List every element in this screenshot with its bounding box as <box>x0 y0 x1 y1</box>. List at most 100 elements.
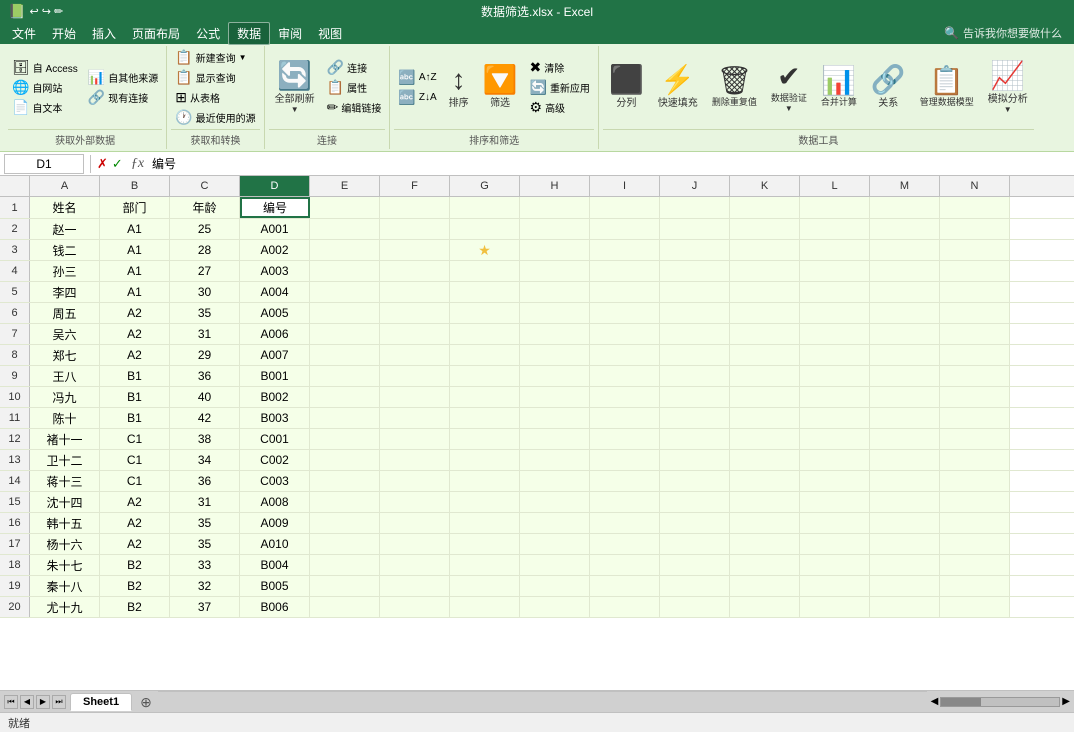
cell-c5[interactable]: 30 <box>170 282 240 302</box>
cell-b17[interactable]: A2 <box>100 534 170 554</box>
cell-a6[interactable]: 周五 <box>30 303 100 323</box>
table-row[interactable]: 19秦十八B232B005 <box>0 576 1074 597</box>
cell-c16[interactable]: 35 <box>170 513 240 533</box>
cell-b6[interactable]: A2 <box>100 303 170 323</box>
cell-m18[interactable] <box>870 555 940 575</box>
cell-m3[interactable] <box>870 240 940 260</box>
cell-l14[interactable] <box>800 471 870 491</box>
cell-f10[interactable] <box>380 387 450 407</box>
tab-scroll-left-left[interactable]: ⏮ <box>4 695 18 709</box>
cell-c3[interactable]: 28 <box>170 240 240 260</box>
cell-n9[interactable] <box>940 366 1010 386</box>
col-header-m[interactable]: M <box>870 176 940 196</box>
cell-c18[interactable]: 33 <box>170 555 240 575</box>
cell-b14[interactable]: C1 <box>100 471 170 491</box>
cell-k11[interactable] <box>730 408 800 428</box>
btn-new-query[interactable]: 📋 新建查询 ▼ <box>171 48 259 67</box>
btn-clear[interactable]: ✖ 清除 <box>526 58 594 77</box>
cell-k2[interactable] <box>730 219 800 239</box>
cell-f14[interactable] <box>380 471 450 491</box>
cell-h6[interactable] <box>520 303 590 323</box>
cell-c7[interactable]: 31 <box>170 324 240 344</box>
cell-l7[interactable] <box>800 324 870 344</box>
menu-review[interactable]: 审阅 <box>270 23 310 44</box>
cell-m5[interactable] <box>870 282 940 302</box>
col-header-b[interactable]: B <box>100 176 170 196</box>
cell-a7[interactable]: 吴六 <box>30 324 100 344</box>
cell-d1[interactable]: 编号 <box>240 197 310 218</box>
menu-insert[interactable]: 插入 <box>84 23 124 44</box>
cell-c2[interactable]: 25 <box>170 219 240 239</box>
col-header-l[interactable]: L <box>800 176 870 196</box>
cell-i8[interactable] <box>590 345 660 365</box>
cell-n16[interactable] <box>940 513 1010 533</box>
cell-d4[interactable]: A003 <box>240 261 310 281</box>
cell-h14[interactable] <box>520 471 590 491</box>
formula-content[interactable]: 编号 <box>152 155 1070 172</box>
menu-home[interactable]: 开始 <box>44 23 84 44</box>
table-row[interactable]: 5李四A130A004 <box>0 282 1074 303</box>
menu-formulas[interactable]: 公式 <box>188 23 228 44</box>
cell-d14[interactable]: C003 <box>240 471 310 491</box>
cell-b1[interactable]: 部门 <box>100 197 170 218</box>
cell-a16[interactable]: 韩十五 <box>30 513 100 533</box>
cell-k17[interactable] <box>730 534 800 554</box>
cell-m9[interactable] <box>870 366 940 386</box>
cell-h20[interactable] <box>520 597 590 617</box>
cell-k1[interactable] <box>730 197 800 218</box>
cell-b13[interactable]: C1 <box>100 450 170 470</box>
table-row[interactable]: 7吴六A231A006 <box>0 324 1074 345</box>
btn-manage-model[interactable]: 📋 管理数据模型 <box>914 58 980 118</box>
cell-m15[interactable] <box>870 492 940 512</box>
cell-j16[interactable] <box>660 513 730 533</box>
cell-l20[interactable] <box>800 597 870 617</box>
cell-k18[interactable] <box>730 555 800 575</box>
cell-j17[interactable] <box>660 534 730 554</box>
btn-simulate[interactable]: 📈 模拟分析 ▼ <box>982 58 1034 118</box>
btn-edit-links[interactable]: ✏ 编辑链接 <box>323 98 386 117</box>
cell-f18[interactable] <box>380 555 450 575</box>
cell-i2[interactable] <box>590 219 660 239</box>
col-header-k[interactable]: K <box>730 176 800 196</box>
cell-j11[interactable] <box>660 408 730 428</box>
btn-refresh-all[interactable]: 🔄 全部刷新 ▼ <box>269 58 321 118</box>
cell-c9[interactable]: 36 <box>170 366 240 386</box>
cell-k9[interactable] <box>730 366 800 386</box>
cell-j9[interactable] <box>660 366 730 386</box>
cell-d20[interactable]: B006 <box>240 597 310 617</box>
cell-i5[interactable] <box>590 282 660 302</box>
cell-d15[interactable]: A008 <box>240 492 310 512</box>
cell-e13[interactable] <box>310 450 380 470</box>
table-row[interactable]: 10冯九B140B002 <box>0 387 1074 408</box>
cell-j15[interactable] <box>660 492 730 512</box>
cell-g16[interactable] <box>450 513 520 533</box>
cell-l1[interactable] <box>800 197 870 218</box>
col-header-e[interactable]: E <box>310 176 380 196</box>
col-header-f[interactable]: F <box>380 176 450 196</box>
table-row[interactable]: 2赵一A125A001 <box>0 219 1074 240</box>
cell-g1[interactable] <box>450 197 520 218</box>
cell-g9[interactable] <box>450 366 520 386</box>
cell-n2[interactable] <box>940 219 1010 239</box>
table-row[interactable]: 1姓名部门年龄编号 <box>0 197 1074 219</box>
cell-m16[interactable] <box>870 513 940 533</box>
cell-h17[interactable] <box>520 534 590 554</box>
cell-j7[interactable] <box>660 324 730 344</box>
cell-f8[interactable] <box>380 345 450 365</box>
cell-a10[interactable]: 冯九 <box>30 387 100 407</box>
cell-b15[interactable]: A2 <box>100 492 170 512</box>
cell-l6[interactable] <box>800 303 870 323</box>
cell-b3[interactable]: A1 <box>100 240 170 260</box>
btn-recent-sources[interactable]: 🕐 最近使用的源 <box>171 108 259 127</box>
cell-b4[interactable]: A1 <box>100 261 170 281</box>
cell-m2[interactable] <box>870 219 940 239</box>
col-header-a[interactable]: A <box>30 176 100 196</box>
cell-g18[interactable] <box>450 555 520 575</box>
cell-g5[interactable] <box>450 282 520 302</box>
btn-reapply[interactable]: 🔄 重新应用 <box>526 78 594 97</box>
table-row[interactable]: 11陈十B142B003 <box>0 408 1074 429</box>
cell-c6[interactable]: 35 <box>170 303 240 323</box>
btn-web[interactable]: 🌐 自网站 <box>8 78 82 97</box>
cell-b11[interactable]: B1 <box>100 408 170 428</box>
cell-b9[interactable]: B1 <box>100 366 170 386</box>
